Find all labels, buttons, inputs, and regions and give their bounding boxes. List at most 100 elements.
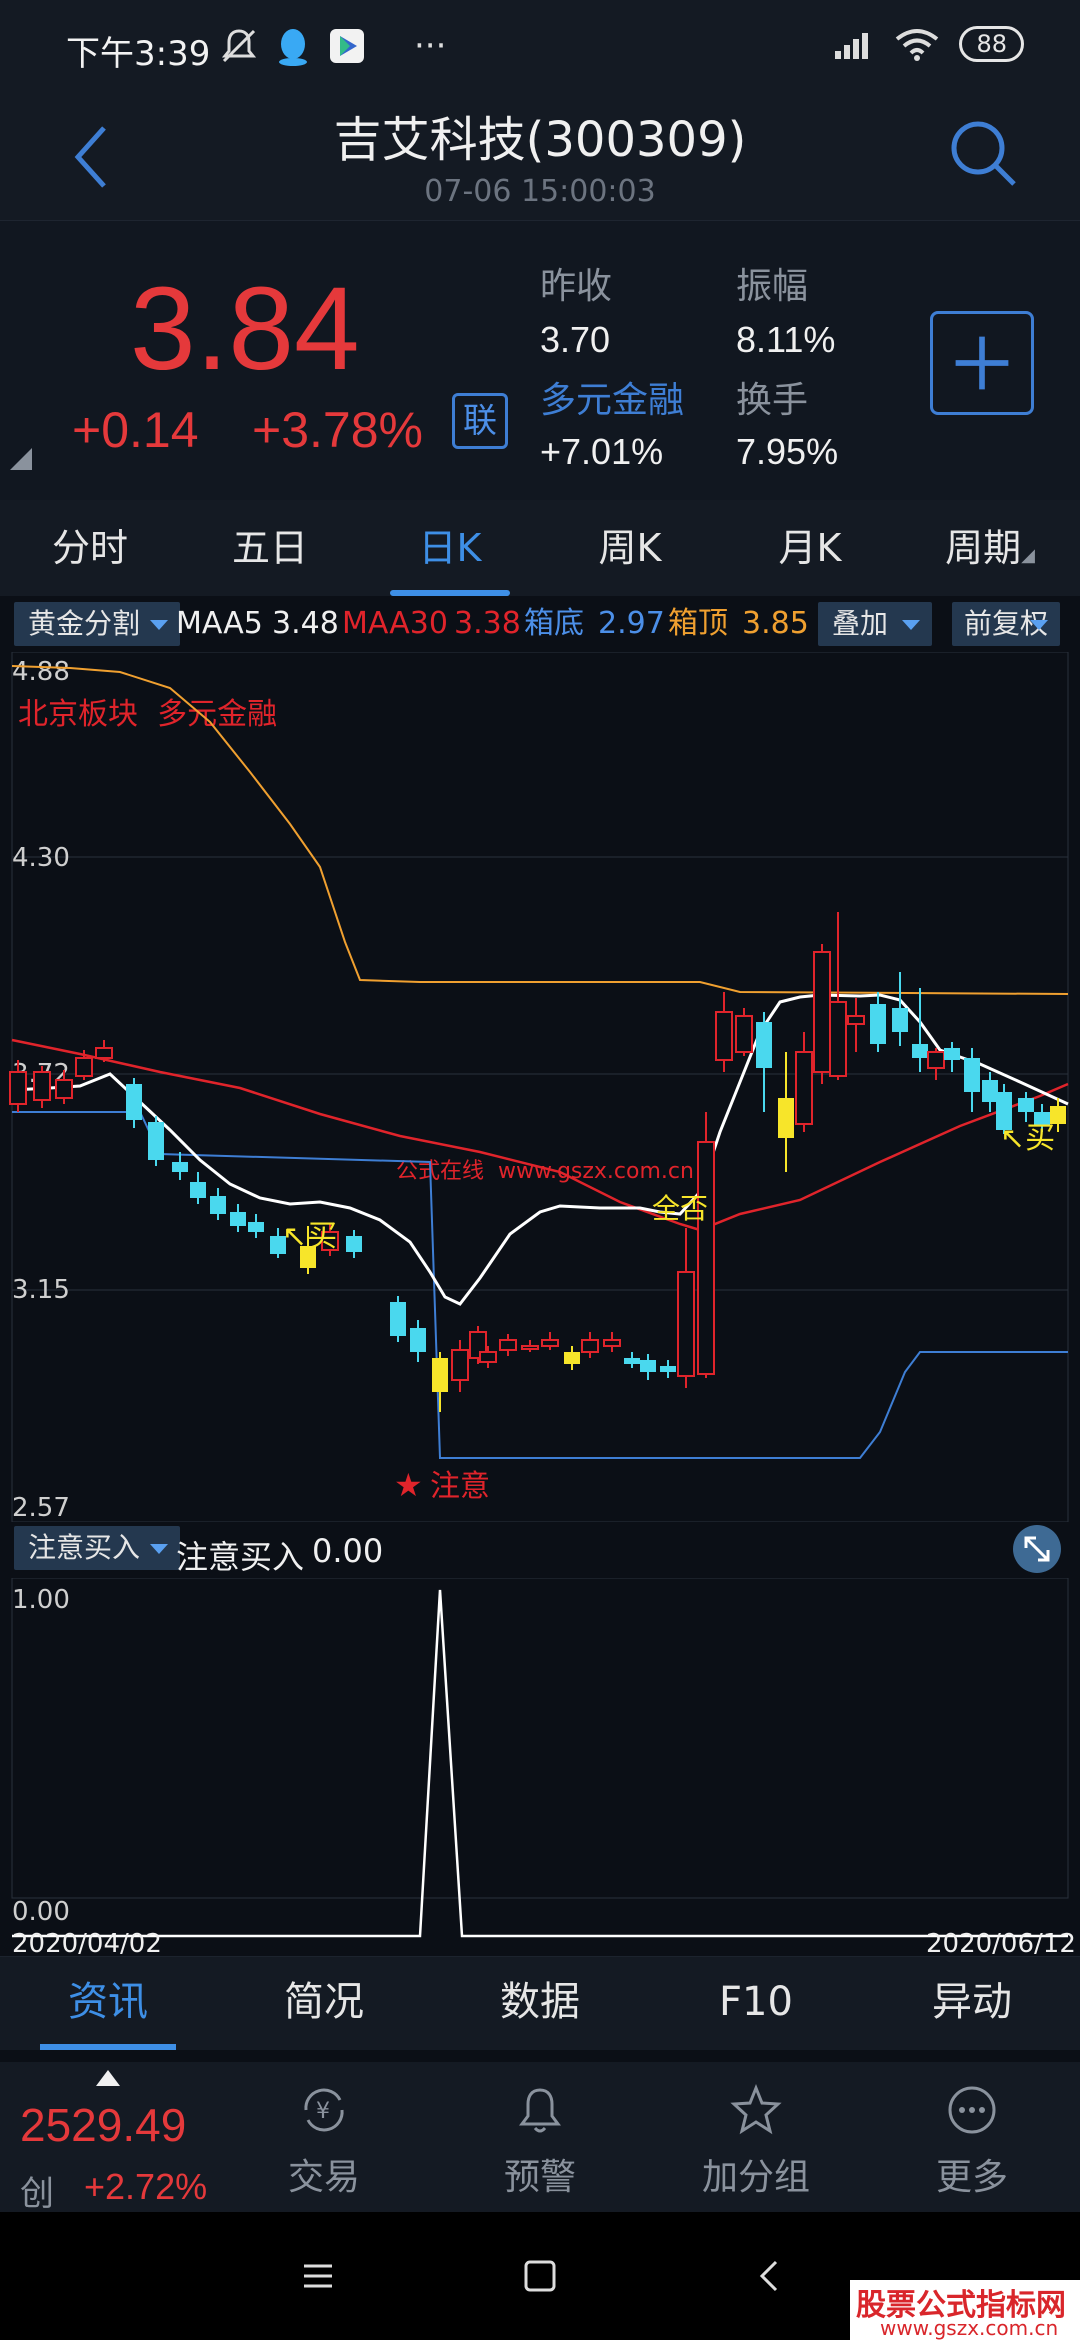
index-change-percent: +2.72% bbox=[84, 2166, 208, 2207]
attention-buy-chart[interactable]: 1.00 0.00 2020/04/02 2020/06/12 bbox=[0, 1578, 1080, 1954]
more-notifications-icon: ··· bbox=[414, 26, 447, 66]
signal-icon bbox=[835, 33, 869, 59]
tab-news[interactable]: 资讯 bbox=[0, 1957, 216, 2050]
tab-weekly-k[interactable]: 周K bbox=[540, 500, 720, 596]
date-start: 2020/04/02 bbox=[12, 1929, 162, 1954]
status-right-icons: 88 bbox=[835, 26, 1024, 62]
y-label-top: 4.88 bbox=[12, 657, 70, 687]
turnover-value: 7.95% bbox=[736, 431, 839, 472]
buy-signal-2: ↖买 bbox=[1000, 1121, 1055, 1156]
home-icon[interactable] bbox=[522, 2258, 558, 2294]
system-nav-bar: 股票公式指标网 www.gszx.com.cn bbox=[0, 2212, 1080, 2340]
index-up-arrow-icon bbox=[96, 2070, 120, 2086]
site-watermark: 股票公式指标网 www.gszx.com.cn bbox=[850, 2280, 1080, 2340]
play-store-icon bbox=[330, 29, 364, 63]
prev-close-value: 3.70 bbox=[540, 319, 611, 360]
search-icon[interactable] bbox=[944, 114, 1024, 194]
svg-text:¥: ¥ bbox=[316, 2099, 330, 2124]
ma5-label: MAA5 bbox=[176, 606, 263, 641]
date-end: 2020/06/12 bbox=[926, 1929, 1076, 1954]
box-top-label: 箱顶 bbox=[668, 606, 728, 641]
stock-header: 吉艾科技(300309) 07-06 15:00:03 bbox=[0, 90, 1080, 220]
tab-period-label: 周期 bbox=[945, 526, 1022, 570]
tab-data[interactable]: 数据 bbox=[432, 1957, 648, 2050]
main-indicator-select[interactable]: 黄金分割 bbox=[14, 602, 181, 646]
tab-alerts-abnormal[interactable]: 异动 bbox=[864, 1957, 1080, 2050]
ma30-value: 3.38 bbox=[454, 606, 521, 641]
indicator-bar: 黄金分割 MAA5 3.48 MAA30 3.38 箱底 2.97 箱顶 3.8… bbox=[0, 596, 1080, 652]
tab-profile[interactable]: 简况 bbox=[216, 1957, 432, 2050]
sub-indicator-value: 0.00 bbox=[312, 1532, 384, 1570]
star-icon: ★ bbox=[394, 1466, 423, 1504]
sub-y-top: 1.00 bbox=[12, 1585, 70, 1615]
kline-chart[interactable]: 4.88 4.30 3.72 3.15 2.57 北京板块 多元金融 公式在线 … bbox=[0, 652, 1080, 1522]
watermark-line2: www.gszx.com.cn bbox=[880, 2316, 1059, 2340]
ma30-label: MAA30 bbox=[342, 606, 448, 641]
stock-title: 吉艾科技(300309) bbox=[333, 112, 747, 168]
wifi-icon bbox=[896, 29, 939, 61]
fullscreen-toggle-icon[interactable] bbox=[1012, 1524, 1062, 1574]
status-notification-icons: ··· bbox=[220, 26, 446, 66]
bell-icon bbox=[519, 2088, 561, 2133]
tab-f10[interactable]: F10 bbox=[648, 1957, 864, 2050]
strong-signal: 全否 bbox=[652, 1192, 708, 1225]
expand-corner-icon[interactable] bbox=[10, 448, 32, 470]
turnover-label: 换手 bbox=[736, 380, 809, 421]
prev-close-label: 昨收 bbox=[540, 266, 613, 307]
amplitude-label: 振幅 bbox=[736, 266, 809, 307]
tab-daily-k[interactable]: 日K bbox=[360, 500, 540, 596]
ma5-value: 3.48 bbox=[272, 606, 339, 641]
quote-timestamp: 07-06 15:00:03 bbox=[424, 174, 656, 209]
back-nav-icon[interactable] bbox=[752, 2258, 788, 2294]
menu-icon[interactable] bbox=[300, 2258, 336, 2294]
chart-watermark: 公式在线 www.gszx.com.cn bbox=[396, 1159, 694, 1184]
tab-period-corner-icon: ◢ bbox=[1021, 545, 1035, 566]
price-change: +0.14 bbox=[72, 402, 199, 458]
status-bar: 下午3:39 ··· 88 bbox=[0, 0, 1080, 90]
overlay-select[interactable]: 叠加 bbox=[818, 602, 933, 646]
y-label-bottom: 2.57 bbox=[12, 1493, 70, 1522]
ma30-line bbox=[11, 1038, 1069, 1232]
sector-change-value: +7.01% bbox=[540, 431, 664, 472]
attention-buy-line bbox=[12, 1589, 1068, 1938]
adjust-select[interactable]: 前复权 bbox=[952, 602, 1061, 646]
index-value: 2529.49 bbox=[20, 2099, 187, 2151]
star-outline-icon bbox=[730, 2083, 782, 2135]
sector-link[interactable]: 多元金融 bbox=[540, 371, 684, 423]
trade-label: 交易 bbox=[287, 2157, 360, 2198]
add-group-button[interactable]: 加分组 bbox=[676, 2072, 836, 2212]
more-label: 更多 bbox=[935, 2157, 1008, 2198]
tab-intraday[interactable]: 分时 bbox=[0, 500, 180, 596]
status-time: 下午3:39 bbox=[66, 34, 211, 74]
y-label-2: 4.30 bbox=[12, 843, 70, 873]
add-watchlist-button[interactable] bbox=[930, 311, 1034, 415]
price-change-percent: +3.78% bbox=[252, 402, 423, 458]
box-bottom-label: 箱底 bbox=[524, 606, 584, 641]
bottom-toolbar: 2529.49 创 +2.72% ¥ 交易 预警 加分组 更多 bbox=[0, 2062, 1080, 2214]
sector-tags: 北京板块 多元金融 bbox=[18, 697, 277, 732]
info-tabs: 资讯 简况 数据 F10 异动 bbox=[0, 1956, 1080, 2050]
sub-y-bottom: 0.00 bbox=[12, 1897, 70, 1927]
more-button[interactable]: 更多 bbox=[892, 2072, 1052, 2212]
mute-notification-icon bbox=[221, 29, 257, 63]
tab-five-day[interactable]: 五日 bbox=[180, 500, 360, 596]
index-name: 创 bbox=[20, 2174, 54, 2214]
amplitude-value: 8.11% bbox=[736, 319, 836, 360]
y-label-4: 3.15 bbox=[12, 1275, 70, 1305]
buy-signal-1: ↖买 bbox=[282, 1219, 337, 1254]
last-price: 3.84 bbox=[130, 263, 360, 395]
linked-stocks-button[interactable]: 联 bbox=[452, 393, 508, 449]
sub-indicator-panel: 注意买入 注意买入 0.00 1.00 0.00 2020/04/02 2020… bbox=[0, 1522, 1080, 1954]
tab-period[interactable]: 周期◢ bbox=[900, 500, 1080, 596]
sub-indicator-select[interactable]: 注意买入 bbox=[14, 1526, 181, 1570]
battery-indicator: 88 bbox=[959, 26, 1024, 62]
trade-button[interactable]: ¥ 交易 bbox=[244, 2072, 404, 2212]
alert-button[interactable]: 预警 bbox=[460, 2072, 620, 2212]
sub-indicator-title: 注意买入 bbox=[176, 1538, 305, 1576]
qq-icon bbox=[279, 29, 307, 66]
trade-icon: ¥ bbox=[304, 2088, 344, 2132]
more-icon bbox=[948, 2086, 996, 2134]
period-tabs: 分时 五日 日K 周K 月K 周期◢ bbox=[0, 500, 1080, 596]
tab-monthly-k[interactable]: 月K bbox=[720, 500, 900, 596]
box-top-value: 3.85 bbox=[742, 606, 809, 641]
